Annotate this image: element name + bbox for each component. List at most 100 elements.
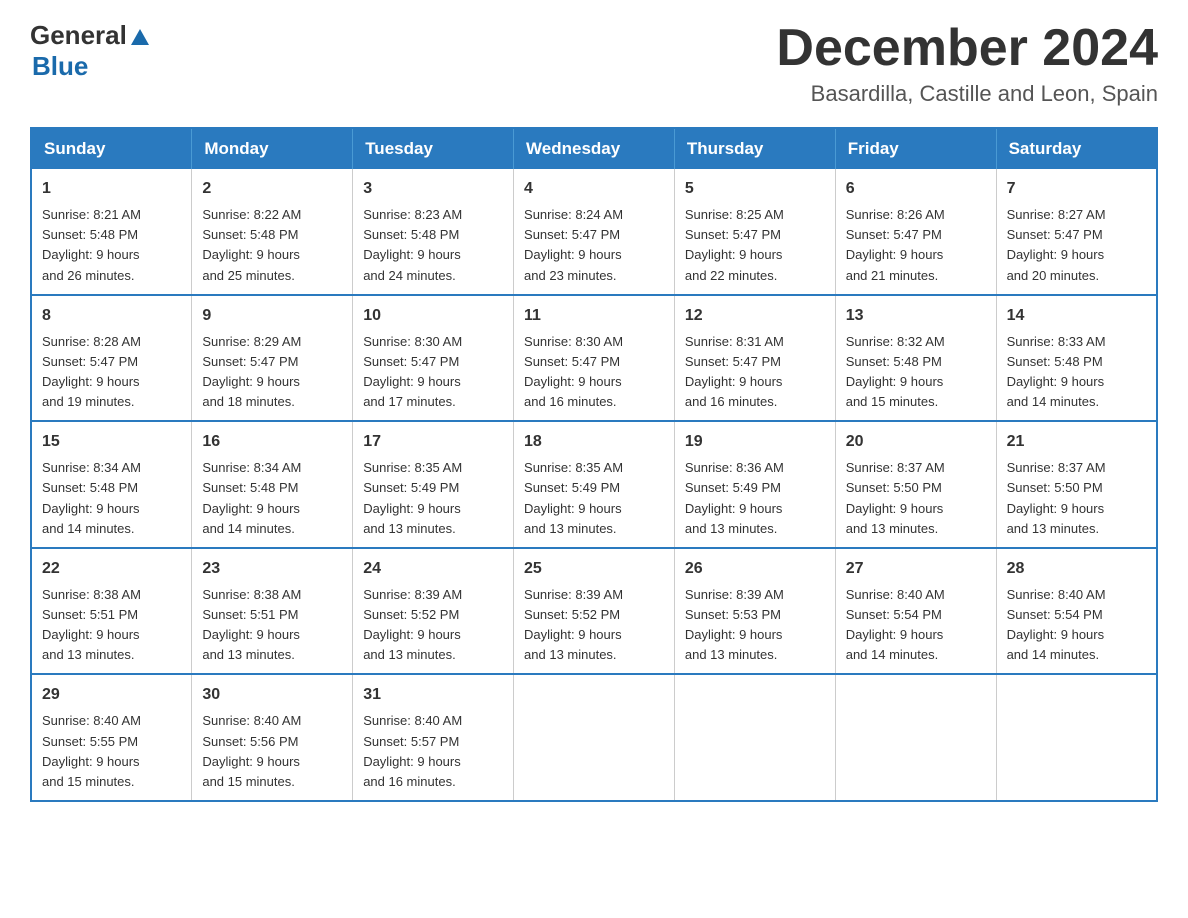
day-info: Sunrise: 8:37 AMSunset: 5:50 PMDaylight:… — [1007, 458, 1146, 539]
day-number: 27 — [846, 557, 986, 581]
day-number: 21 — [1007, 430, 1146, 454]
day-info: Sunrise: 8:36 AMSunset: 5:49 PMDaylight:… — [685, 458, 825, 539]
day-number: 24 — [363, 557, 503, 581]
day-info: Sunrise: 8:31 AMSunset: 5:47 PMDaylight:… — [685, 332, 825, 413]
week-row-2: 8Sunrise: 8:28 AMSunset: 5:47 PMDaylight… — [31, 295, 1157, 422]
calendar-cell: 31 Sunrise: 8:40 AMSunset: 5:57 PMDayligh… — [353, 674, 514, 801]
day-number: 31 — [363, 683, 503, 707]
day-info: Sunrise: 8:39 AMSunset: 5:52 PMDaylight:… — [363, 585, 503, 666]
day-info: Sunrise: 8:37 AMSunset: 5:50 PMDaylight:… — [846, 458, 986, 539]
location-subtitle: Basardilla, Castille and Leon, Spain — [776, 81, 1158, 107]
day-number: 3 — [363, 177, 503, 201]
day-number: 1 — [42, 177, 181, 201]
day-number: 11 — [524, 304, 664, 328]
calendar-cell: 8Sunrise: 8:28 AMSunset: 5:47 PMDaylight… — [31, 295, 192, 422]
day-info: Sunrise: 8:22 AMSunset: 5:48 PMDaylight:… — [202, 205, 342, 286]
day-number: 25 — [524, 557, 664, 581]
calendar-cell — [674, 674, 835, 801]
day-number: 18 — [524, 430, 664, 454]
day-number: 13 — [846, 304, 986, 328]
day-number: 26 — [685, 557, 825, 581]
calendar-cell: 2 Sunrise: 8:22 AMSunset: 5:48 PMDaylight… — [192, 169, 353, 295]
day-info: Sunrise: 8:30 AMSunset: 5:47 PMDaylight:… — [363, 332, 503, 413]
day-number: 4 — [524, 177, 664, 201]
calendar-cell: 11 Sunrise: 8:30 AMSunset: 5:47 PMDayligh… — [514, 295, 675, 422]
day-info: Sunrise: 8:38 AMSunset: 5:51 PMDaylight:… — [42, 585, 181, 666]
week-row-5: 29Sunrise: 8:40 AMSunset: 5:55 PMDayligh… — [31, 674, 1157, 801]
calendar-cell: 16 Sunrise: 8:34 AMSunset: 5:48 PMDayligh… — [192, 421, 353, 548]
day-info: Sunrise: 8:29 AMSunset: 5:47 PMDaylight:… — [202, 332, 342, 413]
day-info: Sunrise: 8:38 AMSunset: 5:51 PMDaylight:… — [202, 585, 342, 666]
calendar-cell: 25Sunrise: 8:39 AMSunset: 5:52 PMDayligh… — [514, 548, 675, 675]
logo-blue-text: Blue — [32, 51, 88, 81]
calendar-cell: 3 Sunrise: 8:23 AMSunset: 5:48 PMDaylight… — [353, 169, 514, 295]
day-number: 6 — [846, 177, 986, 201]
day-info: Sunrise: 8:32 AMSunset: 5:48 PMDaylight:… — [846, 332, 986, 413]
week-row-4: 22 Sunrise: 8:38 AMSunset: 5:51 PMDayligh… — [31, 548, 1157, 675]
header-sunday: Sunday — [31, 128, 192, 169]
calendar-cell: 29Sunrise: 8:40 AMSunset: 5:55 PMDayligh… — [31, 674, 192, 801]
calendar-cell: 24 Sunrise: 8:39 AMSunset: 5:52 PMDayligh… — [353, 548, 514, 675]
day-info: Sunrise: 8:25 AMSunset: 5:47 PMDaylight:… — [685, 205, 825, 286]
header-wednesday: Wednesday — [514, 128, 675, 169]
calendar-cell: 12Sunrise: 8:31 AMSunset: 5:47 PMDayligh… — [674, 295, 835, 422]
day-info: Sunrise: 8:40 AMSunset: 5:57 PMDaylight:… — [363, 711, 503, 792]
day-info: Sunrise: 8:34 AMSunset: 5:48 PMDaylight:… — [202, 458, 342, 539]
day-number: 5 — [685, 177, 825, 201]
day-info: Sunrise: 8:24 AMSunset: 5:47 PMDaylight:… — [524, 205, 664, 286]
day-number: 28 — [1007, 557, 1146, 581]
day-number: 17 — [363, 430, 503, 454]
calendar-cell: 23 Sunrise: 8:38 AMSunset: 5:51 PMDayligh… — [192, 548, 353, 675]
header-saturday: Saturday — [996, 128, 1157, 169]
day-info: Sunrise: 8:40 AMSunset: 5:54 PMDaylight:… — [1007, 585, 1146, 666]
day-number: 20 — [846, 430, 986, 454]
calendar-cell: 19Sunrise: 8:36 AMSunset: 5:49 PMDayligh… — [674, 421, 835, 548]
day-number: 15 — [42, 430, 181, 454]
day-number: 7 — [1007, 177, 1146, 201]
day-number: 22 — [42, 557, 181, 581]
day-info: Sunrise: 8:21 AMSunset: 5:48 PMDaylight:… — [42, 205, 181, 286]
day-info: Sunrise: 8:27 AMSunset: 5:47 PMDaylight:… — [1007, 205, 1146, 286]
page-header: General Blue December 2024 Basardilla, C… — [30, 20, 1158, 107]
day-number: 9 — [202, 304, 342, 328]
calendar-cell: 15 Sunrise: 8:34 AMSunset: 5:48 PMDayligh… — [31, 421, 192, 548]
day-number: 16 — [202, 430, 342, 454]
calendar-cell: 18 Sunrise: 8:35 AMSunset: 5:49 PMDayligh… — [514, 421, 675, 548]
calendar-cell: 30Sunrise: 8:40 AMSunset: 5:56 PMDayligh… — [192, 674, 353, 801]
logo-general-text: General — [30, 20, 127, 51]
day-info: Sunrise: 8:26 AMSunset: 5:47 PMDaylight:… — [846, 205, 986, 286]
day-info: Sunrise: 8:35 AMSunset: 5:49 PMDaylight:… — [524, 458, 664, 539]
logo: General Blue — [30, 20, 151, 82]
month-title: December 2024 — [776, 20, 1158, 77]
calendar-cell: 21 Sunrise: 8:37 AMSunset: 5:50 PMDayligh… — [996, 421, 1157, 548]
calendar-cell: 17 Sunrise: 8:35 AMSunset: 5:49 PMDayligh… — [353, 421, 514, 548]
week-row-1: 1 Sunrise: 8:21 AMSunset: 5:48 PMDaylight… — [31, 169, 1157, 295]
calendar-cell: 27 Sunrise: 8:40 AMSunset: 5:54 PMDayligh… — [835, 548, 996, 675]
calendar-cell: 13 Sunrise: 8:32 AMSunset: 5:48 PMDayligh… — [835, 295, 996, 422]
calendar-cell: 9 Sunrise: 8:29 AMSunset: 5:47 PMDaylight… — [192, 295, 353, 422]
day-info: Sunrise: 8:39 AMSunset: 5:53 PMDaylight:… — [685, 585, 825, 666]
day-info: Sunrise: 8:34 AMSunset: 5:48 PMDaylight:… — [42, 458, 181, 539]
calendar-cell — [835, 674, 996, 801]
calendar-cell: 22 Sunrise: 8:38 AMSunset: 5:51 PMDayligh… — [31, 548, 192, 675]
day-info: Sunrise: 8:35 AMSunset: 5:49 PMDaylight:… — [363, 458, 503, 539]
day-info: Sunrise: 8:23 AMSunset: 5:48 PMDaylight:… — [363, 205, 503, 286]
day-info: Sunrise: 8:40 AMSunset: 5:54 PMDaylight:… — [846, 585, 986, 666]
day-number: 30 — [202, 683, 342, 707]
calendar-cell: 28 Sunrise: 8:40 AMSunset: 5:54 PMDayligh… — [996, 548, 1157, 675]
calendar-header-row: Sunday Monday Tuesday Wednesday Thursday… — [31, 128, 1157, 169]
calendar-cell: 1 Sunrise: 8:21 AMSunset: 5:48 PMDaylight… — [31, 169, 192, 295]
day-number: 29 — [42, 683, 181, 707]
calendar-cell: 26 Sunrise: 8:39 AMSunset: 5:53 PMDayligh… — [674, 548, 835, 675]
calendar-cell: 5 Sunrise: 8:25 AMSunset: 5:47 PMDaylight… — [674, 169, 835, 295]
day-number: 23 — [202, 557, 342, 581]
calendar-cell: 20 Sunrise: 8:37 AMSunset: 5:50 PMDayligh… — [835, 421, 996, 548]
calendar-cell: 7 Sunrise: 8:27 AMSunset: 5:47 PMDaylight… — [996, 169, 1157, 295]
day-info: Sunrise: 8:30 AMSunset: 5:47 PMDaylight:… — [524, 332, 664, 413]
day-number: 10 — [363, 304, 503, 328]
calendar-cell: 6 Sunrise: 8:26 AMSunset: 5:47 PMDaylight… — [835, 169, 996, 295]
header-friday: Friday — [835, 128, 996, 169]
day-number: 2 — [202, 177, 342, 201]
day-number: 8 — [42, 304, 181, 328]
logo-triangle-icon — [129, 26, 151, 48]
